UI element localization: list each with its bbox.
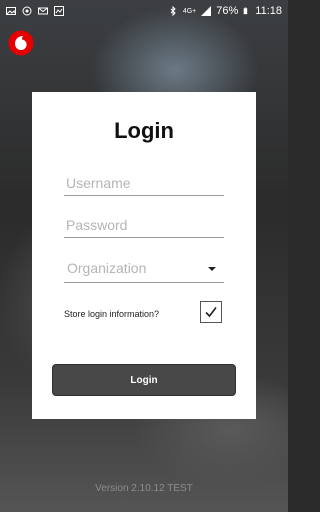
signal-icon xyxy=(201,6,212,16)
sync-icon xyxy=(22,6,32,16)
vodafone-logo xyxy=(8,30,34,56)
mail-icon xyxy=(38,7,48,15)
password-input[interactable] xyxy=(64,212,224,238)
clock: 11:18 xyxy=(255,5,282,17)
battery-percent: 76% xyxy=(216,5,239,17)
version-label: Version 2.10.12 TEST xyxy=(95,483,193,494)
store-login-checkbox[interactable] xyxy=(200,301,222,323)
check-icon xyxy=(205,307,217,318)
image-icon xyxy=(6,7,16,15)
chevron-down-icon xyxy=(208,267,216,271)
login-card: Login Organization Store login informati… xyxy=(32,92,256,419)
organization-select[interactable]: Organization xyxy=(64,255,224,283)
organization-placeholder: Organization xyxy=(67,260,147,276)
login-title: Login xyxy=(114,118,174,143)
login-button[interactable]: Login xyxy=(52,364,236,396)
status-bar: 4G+ 76% 11:18 xyxy=(0,0,288,22)
store-login-label: Store login information? xyxy=(64,309,160,319)
bluetooth-icon xyxy=(170,6,176,16)
gallery-icon xyxy=(54,6,64,16)
battery-icon xyxy=(243,7,248,15)
username-input[interactable] xyxy=(64,170,224,196)
network-type: 4G+ xyxy=(182,7,197,15)
